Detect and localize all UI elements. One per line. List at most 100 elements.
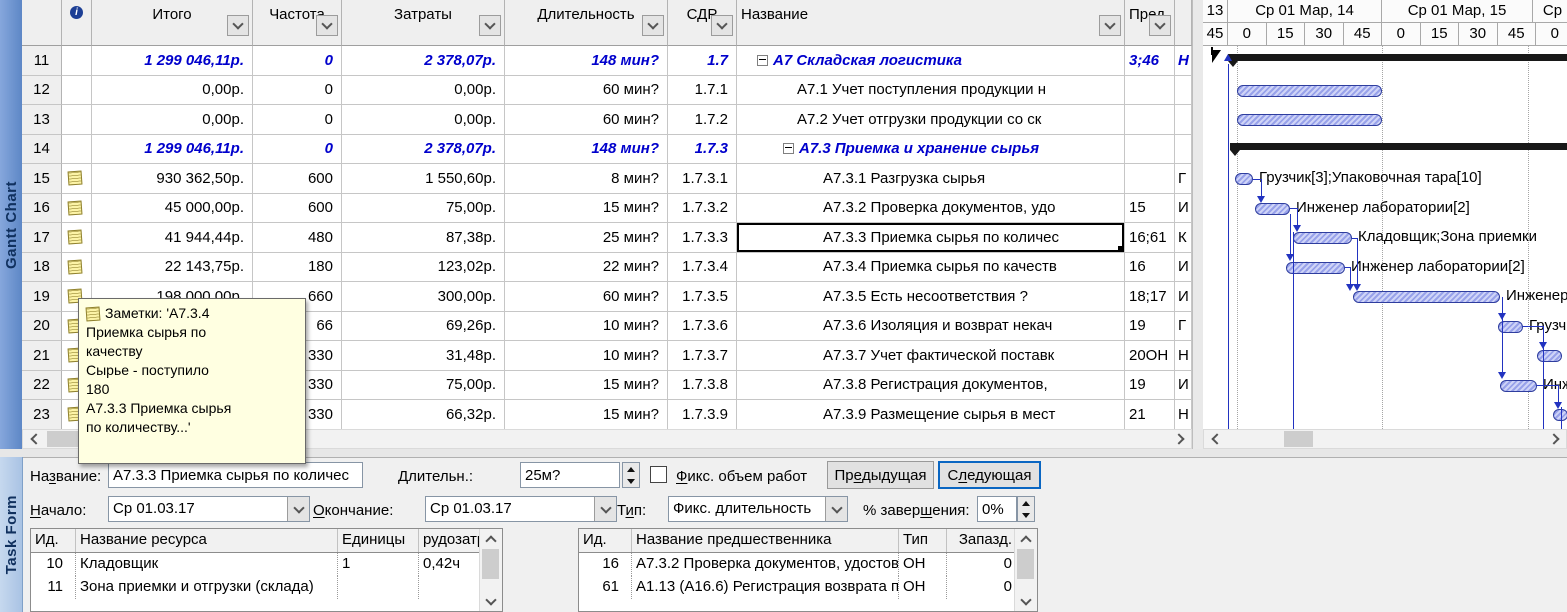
wbs-cell[interactable]: 1.7.3.4 xyxy=(668,253,737,283)
resource-id-cell[interactable]: 10 xyxy=(31,553,76,576)
freq-cell[interactable]: 480 xyxy=(253,223,342,253)
indicator-cell[interactable] xyxy=(62,135,92,165)
column-header-wbs[interactable]: СДР xyxy=(668,0,737,46)
task-row-15[interactable]: 15930 362,50р.6001 550,60р.8 мин?1.7.3.1… xyxy=(22,164,1192,194)
indicator-cell[interactable] xyxy=(62,194,92,224)
task-row-17[interactable]: 1741 944,44р.48087,38р.25 мин?1.7.3.3А7.… xyxy=(22,223,1192,253)
start-combobox[interactable]: Ср 01.03.17 xyxy=(108,496,310,522)
total-cell[interactable]: 1 299 046,11р. xyxy=(92,135,253,165)
pred-table-row-61[interactable]: 61А1.13 (А16.6) Регистрация возврата про… xyxy=(579,576,1037,599)
next-button[interactable]: Следующая xyxy=(938,461,1041,489)
indicator-cell[interactable] xyxy=(62,164,92,194)
dur-cell[interactable]: 148 мин? xyxy=(505,46,668,76)
dur-cell[interactable]: 15 мин? xyxy=(505,371,668,401)
column-header-duration[interactable]: Длительность xyxy=(505,0,668,46)
pred-table-scroll-up-button[interactable] xyxy=(1015,530,1036,548)
task-name-cell[interactable]: А7.3.4 Приемка сырья по качеств xyxy=(737,253,1125,283)
finish-combobox[interactable]: Ср 01.03.17 xyxy=(425,496,617,522)
task-name-cell[interactable]: А7.3.3 Приемка сырья по количес xyxy=(737,223,1125,253)
wbs-cell[interactable]: 1.7 xyxy=(668,46,737,76)
dur-cell[interactable]: 10 мин? xyxy=(505,341,668,371)
wbs-cell[interactable]: 1.7.3 xyxy=(668,135,737,165)
filter-dropdown-button[interactable] xyxy=(1099,15,1121,36)
cost-cell[interactable]: 300,00р. xyxy=(342,282,505,312)
row-number[interactable]: 23 xyxy=(22,400,62,429)
resource-work-cell[interactable]: 0,42ч xyxy=(419,553,481,576)
duration-input[interactable] xyxy=(520,462,620,488)
note-icon[interactable] xyxy=(68,259,83,274)
task-bar-17[interactable] xyxy=(1293,232,1352,244)
task-name-cell[interactable]: А7.1 Учет поступления продукции н xyxy=(737,76,1125,106)
freq-cell[interactable]: 0 xyxy=(253,105,342,135)
predecessor-name-cell[interactable]: А1.13 (А16.6) Регистрация возврата прод xyxy=(632,576,899,599)
predecessors-cell[interactable] xyxy=(1125,105,1175,135)
res-table-scroll-thumb[interactable] xyxy=(482,549,499,579)
indicator-cell[interactable] xyxy=(62,76,92,106)
indicator-cell[interactable] xyxy=(62,253,92,283)
freq-cell[interactable]: 0 xyxy=(253,135,342,165)
freq-cell[interactable]: 180 xyxy=(253,253,342,283)
resource-initials-cell[interactable]: И xyxy=(1175,194,1192,224)
cost-cell[interactable]: 1 550,60р. xyxy=(342,164,505,194)
dur-cell[interactable]: 148 мин? xyxy=(505,135,668,165)
row-number[interactable]: 22 xyxy=(22,371,62,401)
predecessor-id-cell[interactable]: 16 xyxy=(579,553,632,576)
dur-cell[interactable]: 15 мин? xyxy=(505,400,668,429)
row-number[interactable]: 16 xyxy=(22,194,62,224)
wbs-cell[interactable]: 1.7.3.7 xyxy=(668,341,737,371)
wbs-cell[interactable]: 1.7.2 xyxy=(668,105,737,135)
predecessors-cell[interactable] xyxy=(1125,76,1175,106)
cost-cell[interactable]: 2 378,07р. xyxy=(342,135,505,165)
resource-initials-cell[interactable]: И xyxy=(1175,371,1192,401)
filter-dropdown-button[interactable] xyxy=(227,15,249,36)
dur-cell[interactable]: 10 мин? xyxy=(505,312,668,342)
table-scroll-right-button[interactable] xyxy=(1170,431,1190,447)
cost-cell[interactable]: 0,00р. xyxy=(342,76,505,106)
column-header-cost[interactable]: Затраты xyxy=(342,0,505,46)
task-name-cell[interactable]: А7.3 Приемка и хранение сырья xyxy=(737,135,1125,165)
fixed-work-checkbox[interactable] xyxy=(650,466,667,483)
cost-cell[interactable]: 75,00р. xyxy=(342,194,505,224)
pred-table-scroll-down-button[interactable] xyxy=(1015,592,1036,610)
percent-spinner[interactable] xyxy=(1017,496,1035,522)
note-icon[interactable] xyxy=(68,200,83,215)
percent-complete-input[interactable] xyxy=(977,496,1017,522)
predecessor-type-cell[interactable]: ОН xyxy=(899,553,947,576)
res-table-row-11[interactable]: 11Зона приемки и отгрузки (склада) xyxy=(31,576,502,599)
cost-cell[interactable]: 123,02р. xyxy=(342,253,505,283)
task-bar-12[interactable] xyxy=(1237,85,1382,97)
type-dropdown-button[interactable] xyxy=(825,497,847,521)
freq-cell[interactable]: 0 xyxy=(253,46,342,76)
total-cell[interactable]: 22 143,75р. xyxy=(92,253,253,283)
dur-cell[interactable]: 60 мин? xyxy=(505,76,668,106)
row-number[interactable]: 13 xyxy=(22,105,62,135)
res-table-scroll-down-button[interactable] xyxy=(480,592,501,610)
resource-initials-cell[interactable]: И xyxy=(1175,282,1192,312)
dur-cell[interactable]: 22 мин? xyxy=(505,253,668,283)
indicator-cell[interactable] xyxy=(62,105,92,135)
view-bar-task-form[interactable]: Task Form xyxy=(0,457,23,612)
predecessors-cell[interactable]: 15 xyxy=(1125,194,1175,224)
resource-name-cell[interactable]: Зона приемки и отгрузки (склада) xyxy=(76,576,338,599)
dur-cell[interactable]: 60 мин? xyxy=(505,282,668,312)
dur-cell[interactable]: 8 мин? xyxy=(505,164,668,194)
filter-dropdown-button[interactable] xyxy=(642,15,664,36)
dur-cell[interactable]: 60 мин? xyxy=(505,105,668,135)
pred-table-row-16[interactable]: 16А7.3.2 Проверка документов, удостоверя… xyxy=(579,553,1037,576)
resource-initials-cell[interactable]: Г xyxy=(1175,312,1192,342)
task-row-14[interactable]: 14 1 299 046,11р.02 378,07р.148 мин?1.7.3… xyxy=(22,135,1192,165)
pred-table-vscrollbar[interactable] xyxy=(1014,529,1037,611)
gantt-scroll-thumb[interactable] xyxy=(1284,431,1313,447)
cost-cell[interactable]: 31,48р. xyxy=(342,341,505,371)
start-dropdown-button[interactable] xyxy=(287,497,309,521)
wbs-cell[interactable]: 1.7.3.2 xyxy=(668,194,737,224)
row-number[interactable]: 14 xyxy=(22,135,62,165)
pred-table-scroll-thumb[interactable] xyxy=(1017,549,1034,579)
view-bar-gantt[interactable]: Gantt Chart xyxy=(0,0,23,449)
note-icon[interactable] xyxy=(68,230,83,245)
task-row-12[interactable]: 120,00р.00,00р.60 мин?1.7.1А7.1 Учет пос… xyxy=(22,76,1192,106)
task-row-11[interactable]: 111 299 046,11р.02 378,07р.148 мин?1.7А7… xyxy=(22,46,1192,76)
column-header-predecessors[interactable]: Пред xyxy=(1125,0,1175,46)
predecessor-lag-cell[interactable]: 0 xyxy=(947,576,1017,599)
predecessors-cell[interactable]: 16 xyxy=(1125,253,1175,283)
